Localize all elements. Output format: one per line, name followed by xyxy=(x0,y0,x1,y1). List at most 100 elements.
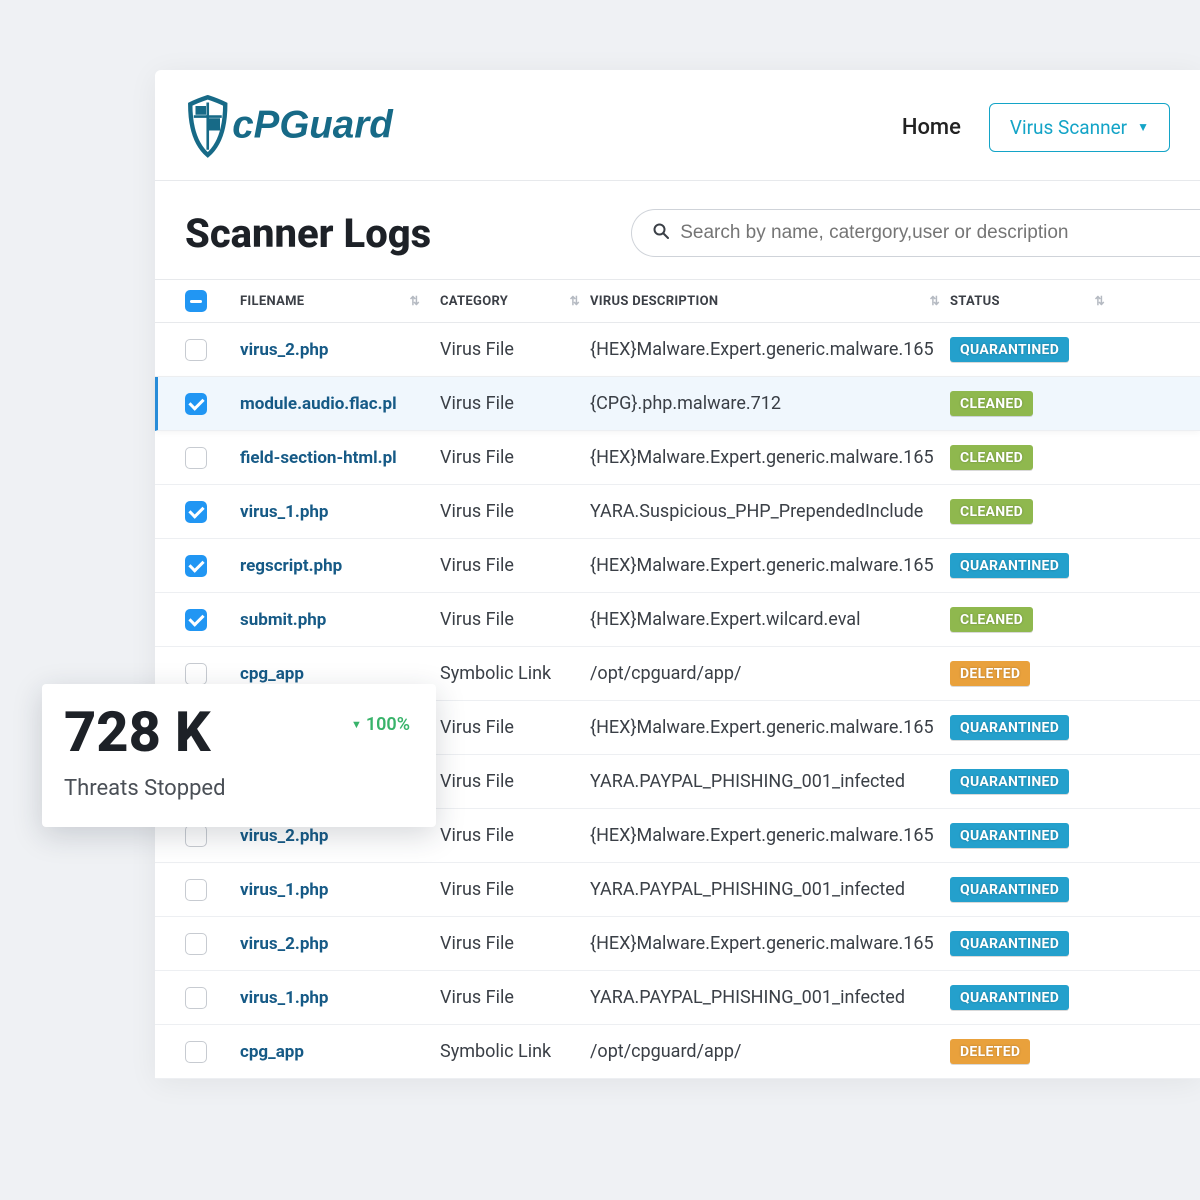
status-badge: QUARANTINED xyxy=(950,553,1069,578)
page-title: Scanner Logs xyxy=(185,210,431,257)
description-cell: /opt/cpguard/app/ xyxy=(590,663,950,684)
description-cell: {HEX}Malware.Expert.generic.malware.165 xyxy=(590,825,950,846)
col-description-header[interactable]: VIRUS DESCRIPTION xyxy=(590,294,718,309)
description-cell: {HEX}Malware.Expert.wilcard.eval xyxy=(590,609,950,630)
brand-logo[interactable]: cPGuard xyxy=(185,92,413,162)
status-badge: DELETED xyxy=(950,661,1030,686)
table-row: virus_2.php Virus File{HEX}Malware.Expert… xyxy=(155,323,1200,377)
sort-icon[interactable]: ⇅ xyxy=(930,294,940,308)
table-row: submit.phpVirus File{HEX}Malware.Expert.… xyxy=(155,593,1200,647)
description-cell: /opt/cpguard/app/ xyxy=(590,1041,950,1062)
description-cell: {CPG}.php.malware.712 xyxy=(590,393,950,414)
virus-scanner-dropdown[interactable]: Virus Scanner ▼ xyxy=(989,103,1170,152)
table-row: cpg_app Symbolic Link/opt/cpguard/app/DEL… xyxy=(155,1025,1200,1079)
status-badge: QUARANTINED xyxy=(950,985,1069,1010)
search-icon xyxy=(653,223,669,243)
filename-link[interactable]: submit.php xyxy=(240,610,326,630)
status-badge: DELETED xyxy=(950,1039,1030,1064)
category-cell: Virus File xyxy=(440,771,590,792)
status-badge: QUARANTINED xyxy=(950,931,1069,956)
category-cell: Virus File xyxy=(440,555,590,576)
category-cell: Symbolic Link xyxy=(440,663,590,684)
svg-text:cPGuard: cPGuard xyxy=(232,104,394,147)
row-checkbox[interactable] xyxy=(185,339,207,361)
description-cell: {HEX}Malware.Expert.generic.malware.165 xyxy=(590,555,950,576)
sort-icon[interactable]: ⇅ xyxy=(410,294,420,308)
category-cell: Virus File xyxy=(440,987,590,1008)
table-row: virus_1.php Virus FileYARA.Suspicious_PHP… xyxy=(155,485,1200,539)
row-checkbox[interactable] xyxy=(185,987,207,1009)
category-cell: Symbolic Link xyxy=(440,1041,590,1062)
status-badge: CLEANED xyxy=(950,499,1033,524)
status-badge: CLEANED xyxy=(950,391,1033,416)
filename-link[interactable]: field-section-html.pl xyxy=(240,448,397,468)
search-input[interactable] xyxy=(631,209,1200,257)
sort-icon[interactable]: ⇅ xyxy=(1095,294,1105,308)
category-cell: Virus File xyxy=(440,501,590,522)
filename-link[interactable]: virus_2.php xyxy=(240,826,328,846)
row-checkbox[interactable] xyxy=(185,447,207,469)
filename-link[interactable]: virus_2.php xyxy=(240,340,328,360)
top-nav: Home Virus Scanner ▼ xyxy=(902,103,1170,152)
status-badge: QUARANTINED xyxy=(950,877,1069,902)
row-checkbox[interactable] xyxy=(185,609,207,631)
category-cell: Virus File xyxy=(440,825,590,846)
caret-down-icon: ▼ xyxy=(351,718,362,731)
description-cell: YARA.PAYPAL_PHISHING_001_infected xyxy=(590,771,950,792)
table-header: FILENAME ⇅ CATEGORY ⇅ VIRUS DESCRIPTION … xyxy=(155,279,1200,323)
select-all-checkbox[interactable] xyxy=(185,290,207,312)
category-cell: Virus File xyxy=(440,717,590,738)
status-badge: QUARANTINED xyxy=(950,769,1069,794)
stat-percent: ▼ 100% xyxy=(351,714,410,735)
col-filename-header[interactable]: FILENAME xyxy=(240,294,304,309)
description-cell: YARA.PAYPAL_PHISHING_001_infected xyxy=(590,879,950,900)
description-cell: {HEX}Malware.Expert.generic.malware.165 xyxy=(590,447,950,468)
sort-icon[interactable]: ⇅ xyxy=(570,294,580,308)
filename-link[interactable]: virus_1.php xyxy=(240,880,328,900)
shield-logo-icon: cPGuard xyxy=(185,92,413,162)
filename-link[interactable]: regscript.php xyxy=(240,556,342,576)
col-category-header[interactable]: CATEGORY xyxy=(440,294,508,309)
filename-link[interactable]: cpg_app xyxy=(240,664,304,684)
filename-link[interactable]: virus_1.php xyxy=(240,502,328,522)
search-wrap xyxy=(631,209,1200,257)
table-row: virus_1.php Virus FileYARA.PAYPAL_PHISHIN… xyxy=(155,971,1200,1025)
stat-label: Threats Stopped xyxy=(64,776,410,801)
filename-link[interactable]: virus_1.php xyxy=(240,988,328,1008)
status-badge: CLEANED xyxy=(950,607,1033,632)
category-cell: Virus File xyxy=(440,879,590,900)
row-checkbox[interactable] xyxy=(185,555,207,577)
description-cell: {HEX}Malware.Expert.generic.malware.165 xyxy=(590,933,950,954)
description-cell: {HEX}Malware.Expert.generic.malware.165 xyxy=(590,339,950,360)
nav-home[interactable]: Home xyxy=(902,115,961,140)
status-badge: QUARANTINED xyxy=(950,337,1069,362)
col-status-header[interactable]: STATUS xyxy=(950,294,1000,309)
row-checkbox[interactable] xyxy=(185,879,207,901)
filename-link[interactable]: cpg_app xyxy=(240,1042,304,1062)
filename-link[interactable]: virus_2.php xyxy=(240,934,328,954)
table-row: virus_1.php Virus FileYARA.PAYPAL_PHISHIN… xyxy=(155,863,1200,917)
row-checkbox[interactable] xyxy=(185,825,207,847)
description-cell: YARA.PAYPAL_PHISHING_001_infected xyxy=(590,987,950,1008)
filename-link[interactable]: module.audio.flac.pl xyxy=(240,394,397,414)
subheader: Scanner Logs xyxy=(155,181,1200,279)
category-cell: Virus File xyxy=(440,933,590,954)
status-badge: CLEANED xyxy=(950,445,1033,470)
topbar: cPGuard Home Virus Scanner ▼ xyxy=(155,70,1200,181)
row-checkbox[interactable] xyxy=(185,501,207,523)
status-badge: QUARANTINED xyxy=(950,715,1069,740)
row-checkbox[interactable] xyxy=(185,933,207,955)
row-checkbox[interactable] xyxy=(185,393,207,415)
stat-value: 728 K xyxy=(64,704,211,760)
status-badge: QUARANTINED xyxy=(950,823,1069,848)
description-cell: YARA.Suspicious_PHP_PrependedInclude xyxy=(590,501,950,522)
table-row: module.audio.flac.pl Virus File{CPG}.php.… xyxy=(155,377,1200,431)
row-checkbox[interactable] xyxy=(185,1041,207,1063)
dropdown-label: Virus Scanner xyxy=(1010,116,1127,139)
category-cell: Virus File xyxy=(440,393,590,414)
category-cell: Virus File xyxy=(440,339,590,360)
row-checkbox[interactable] xyxy=(185,663,207,685)
table-row: field-section-html.plVirus File{HEX}Malw… xyxy=(155,431,1200,485)
table-row: regscript.php Virus File{HEX}Malware.Expe… xyxy=(155,539,1200,593)
scanner-logs-table: FILENAME ⇅ CATEGORY ⇅ VIRUS DESCRIPTION … xyxy=(155,279,1200,1079)
